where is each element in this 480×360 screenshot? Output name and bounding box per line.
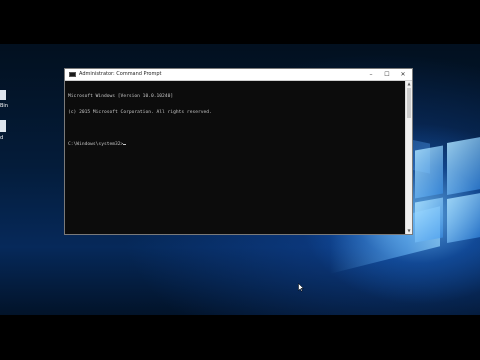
close-button[interactable]: ✕ — [395, 69, 411, 80]
window-title: Administrator: Command Prompt — [79, 71, 162, 77]
console-prompt-line: C:\Windows\system32> — [68, 142, 402, 147]
recycle-bin-icon — [0, 90, 6, 100]
scrollbar-thumb[interactable] — [407, 88, 411, 118]
vertical-scrollbar[interactable]: ▲ ▼ — [405, 81, 412, 234]
letterbox-bottom — [0, 315, 480, 360]
windows-logo-pane — [447, 193, 480, 243]
console-line: Microsoft Windows [Version 10.0.10240] — [68, 93, 174, 99]
windows-logo-pane — [415, 145, 443, 199]
scroll-up-icon[interactable]: ▲ — [406, 81, 412, 87]
console-output[interactable]: Microsoft Windows [Version 10.0.10240] (… — [65, 81, 405, 234]
scroll-down-icon[interactable]: ▼ — [406, 228, 412, 234]
desktop-icon-label: Bin — [0, 103, 8, 109]
cmd-icon[interactable] — [69, 72, 76, 77]
windows-logo-pane — [415, 197, 443, 243]
maximize-button[interactable]: ☐ — [379, 69, 395, 80]
window-titlebar[interactable]: Administrator: Command Prompt – ☐ ✕ — [65, 69, 412, 81]
console-line: (c) 2015 Microsoft Corporation. All righ… — [68, 110, 212, 116]
desktop-icon-label: d — [0, 135, 4, 141]
shortcut-icon — [0, 120, 6, 132]
minimize-button[interactable]: – — [363, 69, 379, 80]
windows-logo-pane — [447, 137, 480, 195]
mouse-pointer-icon — [298, 283, 304, 292]
command-prompt-window[interactable]: Administrator: Command Prompt – ☐ ✕ Micr… — [64, 68, 413, 235]
console-prompt: C:\Windows\system32> — [68, 142, 124, 148]
letterbox-top — [0, 0, 480, 44]
text-cursor — [123, 144, 127, 146]
